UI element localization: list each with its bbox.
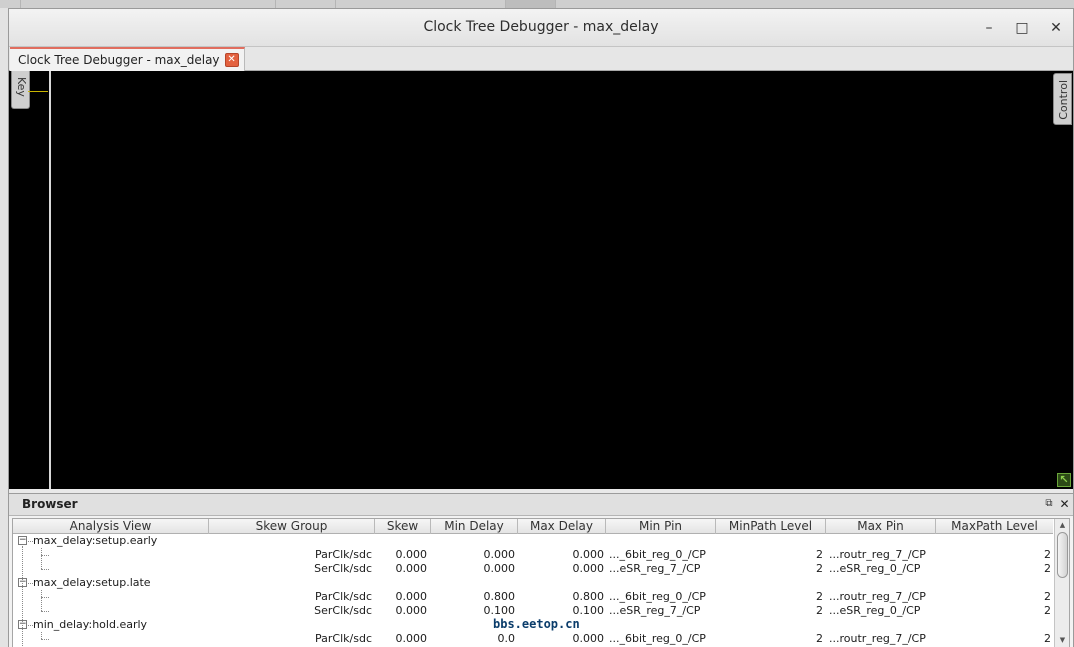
minimize-button[interactable]: – [979, 18, 999, 38]
browser-title: Browser [22, 497, 78, 511]
column-header-skew[interactable]: Skew [375, 519, 431, 534]
scroll-up-icon[interactable]: ▲ [1057, 520, 1068, 530]
scroll-thumb[interactable] [1057, 532, 1068, 578]
cell-maxpath-level: 2 [1044, 562, 1051, 575]
cell-max-delay: 0.100 [572, 604, 605, 617]
cell-min-pin: ...eSR_reg_7_/CP [609, 604, 701, 617]
control-panel-toggle[interactable]: Control [1053, 73, 1072, 125]
column-header-skew-group[interactable]: Skew Group [209, 519, 375, 534]
table-row[interactable]: ParClk/sdc 0.000 0.800 0.800 ..._6bit_reg_0_… [13, 590, 1053, 604]
tree-connector [41, 590, 42, 611]
cell-maxpath-level: 2 [1044, 590, 1051, 603]
cell-minpath-level: 2 [816, 604, 823, 617]
cell-maxpath-level: 2 [1044, 548, 1051, 561]
cell-maxpath-level: 2 [1044, 632, 1051, 645]
title-bar[interactable]: Clock Tree Debugger - max_delay – □ ✕ [9, 9, 1073, 47]
cell-max-delay: 0.000 [572, 562, 605, 575]
group-row[interactable]: − max_delay:setup.late [13, 576, 1053, 590]
cell-skew: 0.000 [395, 632, 428, 645]
cell-max-delay: 0.000 [572, 632, 605, 645]
tab-bar: Clock Tree Debugger - max_delay ✕ [9, 47, 1073, 71]
cell-min-pin: ..._6bit_reg_0_/CP [609, 548, 706, 561]
cell-skew-group: SerClk/sdc [314, 562, 372, 575]
cell-minpath-level: 2 [816, 548, 823, 561]
cell-min-delay: 0.0 [497, 632, 516, 645]
cell-min-delay: 0.000 [483, 548, 516, 561]
cell-skew: 0.000 [395, 590, 428, 603]
group-row[interactable]: − max_delay:setup.early [13, 534, 1053, 548]
float-panel-icon[interactable]: ⧉ [1043, 498, 1055, 510]
cell-max-delay: 0.800 [572, 590, 605, 603]
cell-minpath-level: 2 [816, 632, 823, 645]
fit-view-icon[interactable]: ↖ [1057, 473, 1071, 487]
cell-minpath-level: 2 [816, 590, 823, 603]
cell-skew: 0.000 [395, 604, 428, 617]
cell-min-pin: ...eSR_reg_7_/CP [609, 562, 701, 575]
cell-skew-group: SerClk/sdc [314, 604, 372, 617]
column-header-max-pin[interactable]: Max Pin [826, 519, 936, 534]
tree-connector [41, 569, 49, 570]
tree-connector [41, 597, 49, 598]
table-row[interactable]: SerClk/sdc 0.000 0.100 0.100 ...eSR_reg_7_/C… [13, 604, 1053, 618]
table-row[interactable]: ParClk/sdc 0.000 0.0 0.000 ..._6bit_reg_0_/C… [13, 632, 1053, 646]
cell-min-delay: 0.800 [483, 590, 516, 603]
analysis-view-label: max_delay:setup.early [33, 534, 158, 547]
column-header-min-delay[interactable]: Min Delay [431, 519, 518, 534]
window-title: Clock Tree Debugger - max_delay [423, 19, 659, 35]
cell-skew-group: ParClk/sdc [315, 548, 372, 561]
cell-min-pin: ..._6bit_reg_0_/CP [609, 632, 706, 645]
cell-min-delay: 0.000 [483, 562, 516, 575]
clock-tree-debugger-window: Clock Tree Debugger - max_delay – □ ✕ Cl… [8, 8, 1074, 647]
key-panel-toggle[interactable]: Key [11, 71, 30, 109]
tree-connector [41, 548, 42, 569]
tab-close-icon[interactable]: ✕ [224, 53, 239, 67]
cell-skew: 0.000 [395, 548, 428, 561]
analysis-view-label: min_delay:hold.early [33, 618, 148, 631]
browser-header: Browser ⧉ ✕ [9, 494, 1073, 516]
cell-max-pin: ...eSR_reg_0_/CP [829, 604, 921, 617]
cell-skew-group: ParClk/sdc [315, 590, 372, 603]
table-row[interactable]: ParClk/sdc 0.000 0.000 0.000 ..._6bit_reg_0_… [13, 548, 1053, 562]
watermark: bbs.eetop.cn [491, 617, 582, 631]
cell-minpath-level: 2 [816, 562, 823, 575]
cell-max-pin: ...routr_reg_7_/CP [829, 548, 926, 561]
cell-max-pin: ...eSR_reg_0_/CP [829, 562, 921, 575]
cell-min-delay: 0.100 [483, 604, 516, 617]
table-header: Analysis View Skew Group Skew Min Delay … [13, 519, 1053, 534]
canvas-divider-line [49, 71, 51, 489]
cell-min-pin: ..._6bit_reg_0_/CP [609, 590, 706, 603]
column-header-maxpath-level[interactable]: MaxPath Level [936, 519, 1053, 534]
tree-connector [22, 546, 23, 647]
clock-tree-canvas[interactable]: Key Control ↖ [9, 71, 1073, 489]
cell-skew-group: ParClk/sdc [315, 632, 372, 645]
control-label: Control [1057, 80, 1070, 120]
vertical-scrollbar[interactable]: ▲ ▼ [1054, 519, 1069, 647]
cell-maxpath-level: 2 [1044, 604, 1051, 617]
key-indicator-line [28, 91, 48, 92]
close-window-button[interactable]: ✕ [1046, 18, 1066, 38]
collapse-toggle-icon[interactable]: − [18, 536, 27, 545]
tree-connector [41, 639, 49, 640]
tree-connector [41, 555, 49, 556]
key-label: Key [15, 77, 28, 97]
tree-connector [41, 611, 49, 612]
table-row[interactable]: SerClk/sdc 0.000 0.000 0.000 ...eSR_reg_7_/C… [13, 562, 1053, 576]
tree-connector [41, 632, 42, 639]
close-panel-icon[interactable]: ✕ [1058, 497, 1071, 511]
background-app-strip [0, 0, 1074, 8]
cell-skew: 0.000 [395, 562, 428, 575]
column-header-minpath-level[interactable]: MinPath Level [716, 519, 826, 534]
scroll-down-icon[interactable]: ▼ [1057, 635, 1068, 645]
column-header-analysis-view[interactable]: Analysis View [13, 519, 209, 534]
cell-max-delay: 0.000 [572, 548, 605, 561]
maximize-button[interactable]: □ [1012, 18, 1032, 38]
column-header-min-pin[interactable]: Min Pin [606, 519, 716, 534]
tab-label: Clock Tree Debugger - max_delay [18, 53, 220, 67]
analysis-view-label: max_delay:setup.late [33, 576, 151, 589]
column-header-max-delay[interactable]: Max Delay [518, 519, 606, 534]
cell-max-pin: ...routr_reg_7_/CP [829, 590, 926, 603]
cell-max-pin: ...routr_reg_7_/CP [829, 632, 926, 645]
tab-clock-tree-debugger[interactable]: Clock Tree Debugger - max_delay ✕ [10, 47, 245, 71]
